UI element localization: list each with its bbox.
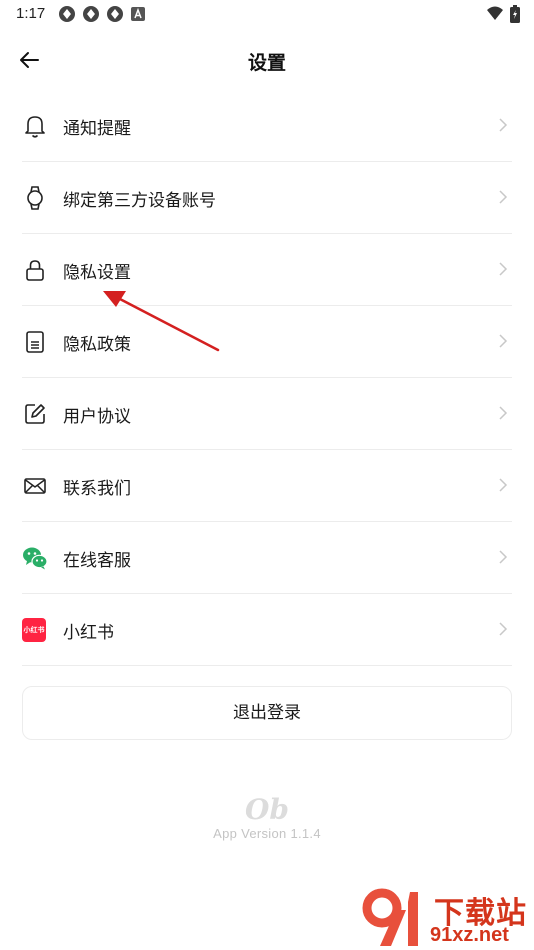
menu-item-bind-device[interactable]: 绑定第三方设备账号	[22, 162, 512, 234]
edit-icon	[25, 404, 45, 424]
chevron-right-icon	[499, 406, 508, 420]
app-version: App Version 1.1.4	[213, 826, 321, 841]
app-notification-icon	[83, 6, 99, 22]
menu-item-label: 绑定第三方设备账号	[63, 191, 216, 211]
document-icon	[26, 331, 44, 353]
a-notification-icon	[131, 7, 145, 21]
mail-icon	[24, 478, 46, 494]
page-title: 设置	[247, 52, 286, 74]
smartwatch-icon	[27, 186, 43, 210]
chevron-right-icon	[499, 334, 508, 348]
settings-menu: 通知提醒 绑定第三方设备账号 隐私设置 隐私政策 用户协议 联系我们 在线客服 …	[22, 90, 512, 666]
chevron-right-icon	[499, 622, 508, 636]
app-notification-icon	[107, 6, 123, 22]
menu-item-label: 隐私政策	[63, 335, 131, 355]
menu-item-label: 小红书	[63, 623, 114, 643]
battery-icon	[510, 5, 520, 23]
chevron-right-icon	[499, 550, 508, 564]
xiaohongshu-icon-text: 小红书	[23, 626, 45, 634]
status-bar: 1:17	[0, 0, 534, 28]
app-notification-icon	[59, 6, 75, 22]
chevron-right-icon	[499, 190, 508, 204]
watermark-logo-icon	[362, 888, 418, 946]
menu-item-contact-us[interactable]: 联系我们	[22, 450, 512, 522]
menu-item-user-agreement[interactable]: 用户协议	[22, 378, 512, 450]
wechat-icon	[23, 547, 48, 570]
notification-icons	[58, 5, 146, 23]
chevron-right-icon	[499, 478, 508, 492]
watermark: 下载站 91xz.net	[360, 884, 534, 950]
status-time: 1:17	[16, 5, 46, 22]
menu-item-online-service[interactable]: 在线客服	[22, 522, 512, 594]
system-status-icons	[486, 5, 520, 23]
menu-item-privacy-policy[interactable]: 隐私政策	[22, 306, 512, 378]
chevron-right-icon	[499, 262, 508, 276]
menu-item-label: 联系我们	[63, 479, 131, 499]
menu-item-label: 用户协议	[63, 407, 131, 427]
menu-item-label: 隐私设置	[63, 263, 131, 283]
watermark-url: 91xz.net	[430, 924, 509, 946]
menu-item-xiaohongshu[interactable]: 小红书 小红书	[22, 594, 512, 666]
chevron-right-icon	[499, 118, 508, 132]
header: 设置	[0, 38, 534, 82]
xiaohongshu-icon: 小红书	[22, 618, 46, 642]
lock-icon	[26, 260, 44, 281]
app-logo: Ob	[245, 793, 289, 826]
logout-button[interactable]: 退出登录	[22, 686, 512, 740]
menu-item-privacy-settings[interactable]: 隐私设置	[22, 234, 512, 306]
wifi-icon	[487, 6, 503, 20]
bell-icon	[25, 116, 45, 138]
menu-item-label: 通知提醒	[63, 119, 131, 139]
menu-item-notifications[interactable]: 通知提醒	[22, 90, 512, 162]
menu-item-label: 在线客服	[63, 551, 131, 571]
